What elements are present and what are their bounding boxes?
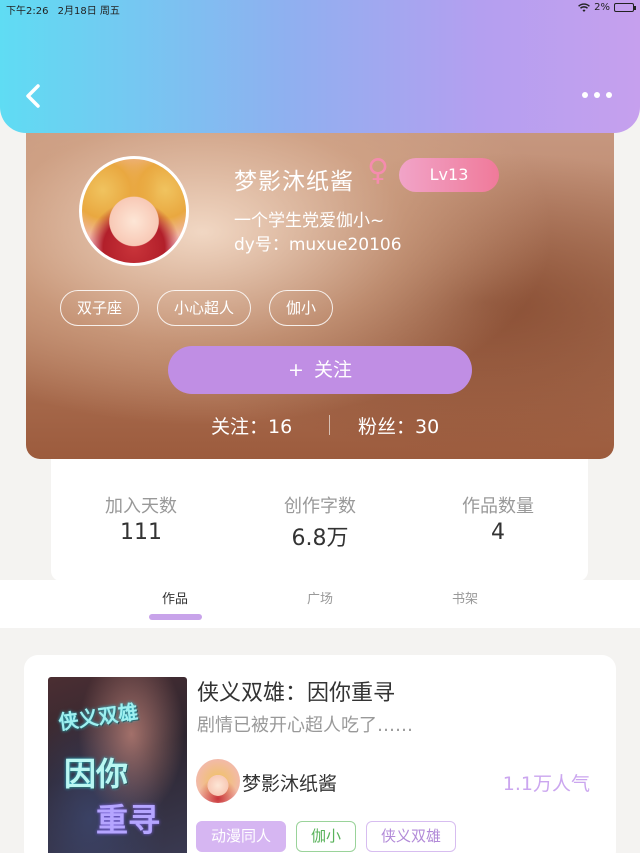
status-date: 2月18日 周五 — [57, 6, 120, 17]
count-value: 6.8万 — [291, 526, 349, 551]
count-label: 加入天数 — [105, 496, 177, 517]
status-time: 下午2:26 — [6, 6, 49, 17]
profile-card: 梦影沐纸酱 ♀ Lv13 一个学生党爱伽小~ dy号：muxue20106 双子… — [26, 110, 614, 459]
header-bar: 下午2:26 2月18日 周五 2% — [0, 0, 640, 133]
book-title[interactable]: 侠义双雄：因你重寻 — [197, 675, 395, 707]
author-avatar[interactable] — [196, 759, 240, 803]
profile-tag[interactable]: 双子座 — [60, 290, 140, 326]
more-dot — [594, 92, 600, 98]
count-works: 作品数量 4 — [408, 492, 588, 545]
more-dots-icon[interactable] — [582, 87, 616, 103]
book-tags: 动漫同人 伽小 侠义双雄 — [196, 821, 457, 852]
wifi-icon — [578, 2, 591, 12]
back-arrow-icon[interactable] — [22, 82, 46, 110]
battery-percentage: 2% — [594, 2, 610, 13]
count-value: 111 — [120, 520, 162, 545]
count-label: 作品数量 — [462, 496, 534, 517]
cover-title-line: 因你 — [64, 755, 129, 793]
avatar-image — [82, 159, 186, 263]
book-tag[interactable]: 伽小 — [296, 821, 357, 852]
book-description: 剧情已被开心超人吃了…… — [197, 715, 413, 736]
profile-tag[interactable]: 小心超人 — [157, 290, 252, 326]
active-tab-indicator — [149, 614, 202, 620]
tab-bookshelf[interactable]: 书架 — [435, 588, 495, 607]
profile-tags: 双子座 小心超人 伽小 — [60, 290, 334, 326]
status-left: 下午2:26 2月18日 周五 — [6, 2, 120, 17]
count-word-count: 创作字数 6.8万 — [230, 492, 410, 552]
follow-stats: 关注：16 粉丝：30 — [26, 412, 614, 438]
more-dot — [582, 92, 588, 98]
follow-button[interactable]: + 关注 — [168, 346, 472, 394]
book-card[interactable]: 侠义双雄 因你 重寻 侠义双雄：因你重寻 剧情已被开心超人吃了…… 梦影沐纸酱 … — [24, 655, 616, 853]
count-label: 创作字数 — [284, 496, 356, 517]
level-badge: Lv13 — [399, 158, 499, 192]
tab-bar: 作品 广场 书架 — [0, 580, 640, 628]
fans-count[interactable]: 粉丝：30 — [358, 412, 439, 439]
plus-icon: + — [288, 359, 304, 381]
tab-works[interactable]: 作品 — [145, 588, 205, 607]
profile-bio: 一个学生党爱伽小~ — [234, 211, 385, 231]
following-count[interactable]: 关注：16 — [211, 412, 292, 439]
cover-title-line: 重寻 — [96, 801, 161, 839]
avatar[interactable] — [79, 156, 189, 266]
count-value: 4 — [491, 520, 505, 545]
book-popularity: 1.1万人气 — [502, 773, 590, 795]
female-icon: ♀ — [367, 153, 389, 188]
book-tag[interactable]: 侠义双雄 — [366, 821, 457, 852]
status-right: 2% — [578, 2, 636, 13]
counts-panel: 加入天数 111 创作字数 6.8万 作品数量 4 — [51, 440, 588, 581]
battery-icon — [614, 3, 636, 12]
count-join-days: 加入天数 111 — [51, 492, 231, 545]
tab-square[interactable]: 广场 — [290, 588, 350, 607]
follow-button-label: 关注 — [313, 359, 352, 381]
profile-dy-id: dy号：muxue20106 — [234, 235, 402, 255]
profile-tag[interactable]: 伽小 — [269, 290, 334, 326]
book-tag[interactable]: 动漫同人 — [196, 821, 287, 852]
author-name[interactable]: 梦影沐纸酱 — [242, 769, 337, 796]
book-cover[interactable]: 侠义双雄 因你 重寻 — [48, 677, 187, 853]
cover-title-line: 侠义双雄 — [56, 699, 140, 735]
stats-divider — [329, 415, 330, 435]
profile-name: 梦影沐纸酱 — [234, 169, 354, 195]
more-dot — [606, 92, 612, 98]
status-bar: 下午2:26 2月18日 周五 2% — [6, 2, 636, 17]
